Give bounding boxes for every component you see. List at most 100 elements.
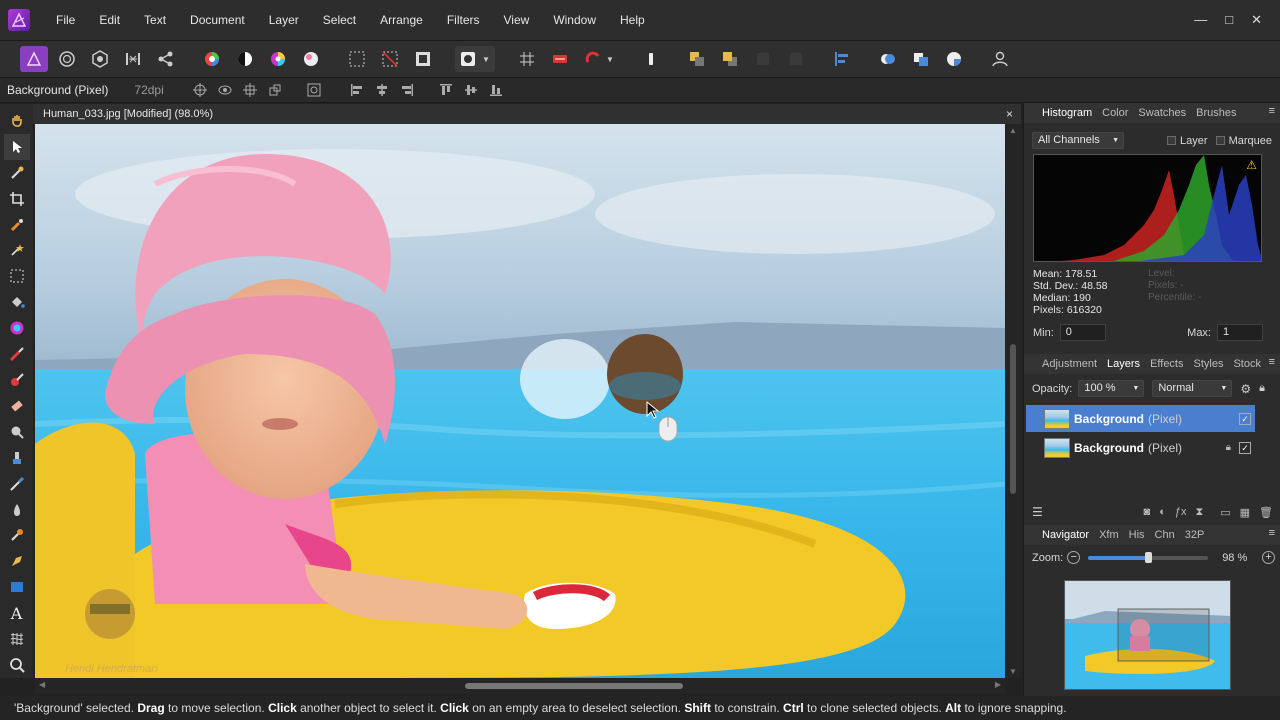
minimize-icon[interactable]: — [1194,12,1207,28]
pen-tool-icon[interactable] [4,548,30,574]
min-input[interactable]: 0 [1059,324,1106,341]
studio-tab-histogram[interactable]: Histogram [1042,107,1092,119]
navigator-preview[interactable] [1064,580,1231,690]
add-group-icon[interactable]: ▭ [1220,506,1230,519]
user-account-icon[interactable] [986,46,1014,72]
zoom-slider[interactable] [1088,551,1209,563]
clone-tool-icon[interactable] [4,445,30,471]
menu-arrange[interactable]: Arrange [368,0,435,40]
flood-select-tool-icon[interactable] [4,238,30,264]
menu-edit[interactable]: Edit [87,0,132,40]
move-back-icon[interactable] [749,46,777,72]
align-left-icon[interactable] [347,81,367,99]
panel-menu-icon[interactable]: ≡ [1269,356,1275,368]
studio-tab-effects[interactable]: Effects [1150,358,1183,370]
boolean-intersect-icon[interactable] [940,46,968,72]
assistant-icon[interactable] [546,46,574,72]
studio-tab-brushes[interactable]: Brushes [1196,107,1236,119]
menu-file[interactable]: File [44,0,87,40]
auto-contrast-icon[interactable] [231,46,259,72]
align-bottom-icon[interactable] [486,81,506,99]
layer-settings-gear-icon[interactable]: ⚙ [1240,382,1251,396]
zoom-tool-icon[interactable] [4,652,30,678]
show-selection-box-icon[interactable] [215,81,235,99]
photo-persona-icon[interactable] [20,46,48,72]
boolean-add-icon[interactable] [874,46,902,72]
opacity-select[interactable]: 100 % ▼ [1078,380,1145,397]
delete-layer-icon[interactable]: 🗑︎ [1259,506,1273,519]
rectangle-tool-icon[interactable] [4,574,30,600]
menu-window[interactable]: Window [541,0,608,40]
layer-effects-icon[interactable]: ⧗ [1195,506,1203,519]
studio-tab-adjustment[interactable]: Adjustment [1042,358,1097,370]
export-persona-icon[interactable] [152,46,180,72]
scroll-right-icon[interactable]: ▶ [995,680,1001,689]
rotate-icon[interactable] [304,81,324,99]
affinity-photo-logo-icon[interactable] [8,9,30,31]
maximize-icon[interactable]: □ [1225,12,1233,28]
smudge-brush-tool-icon[interactable] [4,523,30,549]
artistic-text-tool-icon[interactable]: A [4,600,30,626]
paint-brush-tool-icon[interactable] [4,341,30,367]
mesh-warp-tool-icon[interactable] [4,626,30,652]
align-top-icon[interactable] [436,81,456,99]
layer-visibility-checkbox[interactable]: ✓ [1239,441,1251,454]
develop-persona-icon[interactable] [86,46,114,72]
panel-menu-icon[interactable]: ≡ [1269,105,1275,117]
align-right-icon[interactable] [397,81,417,99]
max-input[interactable]: 1 [1217,324,1263,341]
align-middle-icon[interactable] [461,81,481,99]
zoom-value[interactable]: 98 % [1222,552,1247,564]
move-to-front-icon[interactable] [683,46,711,72]
scale-with-object-icon[interactable] [265,81,285,99]
live-filter-icon[interactable]: ƒx [1175,506,1187,519]
liquify-persona-icon[interactable] [53,46,81,72]
lock-icon[interactable]: 🔒︎ [1259,382,1265,395]
scroll-up-icon[interactable]: ▲ [1009,126,1017,135]
layers-stack-icon[interactable]: ☰ [1032,505,1043,519]
tone-mapping-persona-icon[interactable] [119,46,147,72]
auto-white-balance-icon[interactable] [297,46,325,72]
erase-brush-tool-icon[interactable] [4,393,30,419]
layer-row[interactable]: Background (Pixel) 🔒︎ ✓ [1026,434,1255,461]
marquee-checkbox[interactable] [1215,136,1225,145]
studio-tab-32p[interactable]: 32P [1185,529,1205,541]
grid-icon[interactable] [513,46,541,72]
layer-lock-icon[interactable]: 🔒︎ [1226,442,1231,453]
layer-visibility-checkbox[interactable]: ✓ [1239,412,1251,425]
horizontal-scrollbar[interactable]: ◀ ▶ [35,678,1005,694]
studio-tab-chn[interactable]: Chn [1155,529,1175,541]
studio-tab-navigator[interactable]: Navigator [1042,529,1089,541]
add-pixel-layer-icon[interactable]: ▦ [1240,506,1250,519]
align-center-icon[interactable] [372,81,392,99]
marquee-tool-icon[interactable] [4,263,30,289]
scroll-left-icon[interactable]: ◀ [39,680,45,689]
menu-layer[interactable]: Layer [257,0,311,40]
lock-children-icon[interactable] [637,46,665,72]
document-canvas[interactable]: Hendi Hendratman [35,124,1005,678]
auto-levels-icon[interactable] [198,46,226,72]
menu-document[interactable]: Document [178,0,257,40]
color-replacement-tool-icon[interactable] [4,367,30,393]
vertical-scrollbar[interactable]: ▲ ▼ [1006,124,1021,678]
move-forward-icon[interactable] [716,46,744,72]
view-hand-tool-icon[interactable] [4,108,30,134]
snapping-magnet-icon[interactable]: ▼ [579,46,619,72]
menu-view[interactable]: View [492,0,542,40]
invert-selection-icon[interactable] [409,46,437,72]
studio-tab-swatches[interactable]: Swatches [1138,107,1186,119]
studio-tab-xfm[interactable]: Xfm [1099,529,1119,541]
inpainting-brush-tool-icon[interactable] [4,471,30,497]
studio-tab-layers[interactable]: Layers [1107,358,1140,370]
crop-tool-icon[interactable] [4,186,30,212]
menu-select[interactable]: Select [311,0,368,40]
mask-layer-icon[interactable]: ◙ [1144,506,1151,519]
studio-tab-his[interactable]: His [1129,529,1145,541]
align-icon[interactable] [828,46,856,72]
document-tab[interactable]: Human_033.jpg [Modified] (98.0%) × [33,104,1021,124]
menu-help[interactable]: Help [608,0,657,40]
menu-text[interactable]: Text [132,0,178,40]
flood-fill-tool-icon[interactable] [4,289,30,315]
selection-brush-tool-icon[interactable] [4,212,30,238]
zoom-in-icon[interactable]: + [1262,551,1275,564]
